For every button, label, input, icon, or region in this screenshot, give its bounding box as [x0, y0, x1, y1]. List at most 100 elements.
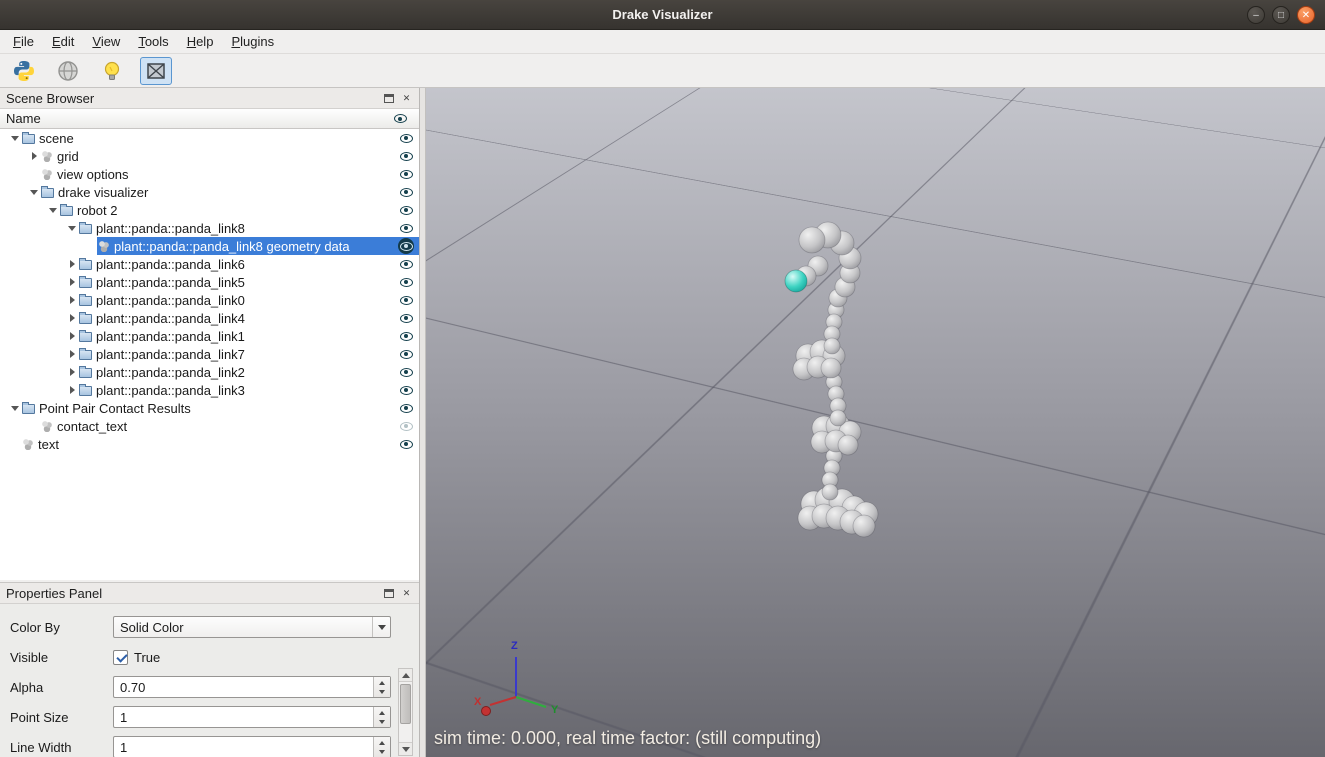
scrollbar-thumb[interactable]	[400, 684, 411, 724]
undock-panel-button[interactable]	[382, 92, 395, 105]
properties-panel-titlebar[interactable]: Properties Panel ✕	[0, 583, 419, 604]
tree-row-robot-2[interactable]: robot 2	[0, 201, 419, 219]
tree-row-view-options[interactable]: view options	[0, 165, 419, 183]
alpha-spinbox[interactable]: 0.70	[113, 676, 391, 698]
expander-open-icon[interactable]	[27, 183, 40, 201]
tree-row-panda-link3[interactable]: plant::panda::panda_link3	[0, 381, 419, 399]
expander-closed-icon[interactable]	[65, 255, 78, 273]
spin-up-button[interactable]	[374, 677, 390, 687]
expander-closed-icon[interactable]	[65, 363, 78, 381]
menu-file[interactable]: File	[4, 30, 43, 53]
expander-open-icon[interactable]	[65, 219, 78, 237]
expander-open-icon[interactable]	[8, 399, 21, 417]
visibility-eye-icon[interactable]	[398, 292, 414, 308]
window-title: Drake Visualizer	[612, 7, 713, 22]
minimize-button[interactable]: –	[1247, 6, 1265, 24]
scene-tree[interactable]: scene grid view options drake visualizer	[0, 129, 419, 580]
visibility-eye-icon[interactable]	[398, 238, 414, 254]
close-button[interactable]: ✕	[1297, 6, 1315, 24]
spin-up-button[interactable]	[374, 707, 390, 717]
tree-row-panda-link0[interactable]: plant::panda::panda_link0	[0, 291, 419, 309]
visibility-eye-icon[interactable]	[398, 202, 414, 218]
maximize-button[interactable]: □	[1272, 6, 1290, 24]
tree-row-scene[interactable]: scene	[0, 129, 419, 147]
visibility-eye-icon[interactable]	[398, 382, 414, 398]
visibility-eye-icon[interactable]	[398, 166, 414, 182]
visibility-eye-icon[interactable]	[398, 130, 414, 146]
panda-robot-render[interactable]	[756, 203, 936, 563]
expander-closed-icon[interactable]	[65, 327, 78, 345]
menu-edit[interactable]: Edit	[43, 30, 83, 53]
3d-viewport[interactable]: Z Y X sim time: 0.000, real time factor:…	[426, 88, 1325, 757]
tree-row-point-pair-contact-results[interactable]: Point Pair Contact Results	[0, 399, 419, 417]
checkbox-checked-icon[interactable]	[113, 649, 128, 665]
property-label: Alpha	[10, 679, 44, 695]
menu-plugins[interactable]: Plugins	[222, 30, 283, 53]
scroll-up-arrow[interactable]	[399, 669, 412, 682]
camera-globe-button[interactable]	[52, 57, 84, 85]
menu-help[interactable]: Help	[178, 30, 223, 53]
menu-tools[interactable]: Tools	[129, 30, 177, 53]
visibility-eye-icon[interactable]	[398, 436, 414, 452]
visibility-eye-icon[interactable]	[398, 220, 414, 236]
tree-row-panda-link2[interactable]: plant::panda::panda_link2	[0, 363, 419, 381]
close-panel-button[interactable]: ✕	[400, 92, 413, 105]
properties-scrollbar[interactable]	[398, 668, 413, 756]
expander-open-icon[interactable]	[8, 129, 21, 147]
visibility-eye-icon[interactable]	[398, 328, 414, 344]
spinbox-value[interactable]: 0.70	[114, 677, 373, 697]
title-bar[interactable]: Drake Visualizer – □ ✕	[0, 0, 1325, 30]
line-width-spinbox[interactable]: 1	[113, 736, 391, 757]
tree-row-grid[interactable]: grid	[0, 147, 419, 165]
geometry-icon	[41, 150, 53, 162]
spinbox-value[interactable]: 1	[114, 737, 373, 757]
expander-open-icon[interactable]	[46, 201, 59, 219]
lighting-button[interactable]	[96, 57, 128, 85]
expander-closed-icon[interactable]	[65, 291, 78, 309]
visibility-eye-icon[interactable]	[398, 346, 414, 362]
visible-checkbox[interactable]: True	[113, 649, 160, 665]
screen-grab-button[interactable]	[140, 56, 172, 85]
menu-view[interactable]: View	[83, 30, 129, 53]
expander-closed-icon[interactable]	[65, 345, 78, 363]
scroll-down-arrow[interactable]	[399, 742, 412, 755]
property-label: Visible	[10, 649, 49, 665]
expander-closed-icon[interactable]	[65, 309, 78, 327]
tree-row-panda-link7[interactable]: plant::panda::panda_link7	[0, 345, 419, 363]
point-size-spinbox[interactable]: 1	[113, 706, 391, 728]
tree-row-panda-link8-geometry-data[interactable]: plant::panda::panda_link8 geometry data	[0, 237, 419, 255]
tree-row-panda-link8[interactable]: plant::panda::panda_link8	[0, 219, 419, 237]
tree-row-panda-link1[interactable]: plant::panda::panda_link1	[0, 327, 419, 345]
visibility-eye-icon[interactable]	[398, 418, 414, 434]
tree-column-header[interactable]: Name	[0, 109, 419, 129]
tree-row-panda-link5[interactable]: plant::panda::panda_link5	[0, 273, 419, 291]
close-panel-button[interactable]: ✕	[400, 587, 413, 600]
eye-icon	[399, 133, 413, 143]
visibility-eye-icon[interactable]	[398, 256, 414, 272]
visibility-eye-icon[interactable]	[398, 274, 414, 290]
folder-icon	[79, 348, 92, 360]
tree-row-panda-link6[interactable]: plant::panda::panda_link6	[0, 255, 419, 273]
scene-browser-titlebar[interactable]: Scene Browser ✕	[0, 88, 419, 109]
expander-closed-icon[interactable]	[65, 381, 78, 399]
spin-down-button[interactable]	[374, 747, 390, 757]
visibility-eye-icon[interactable]	[398, 400, 414, 416]
visibility-eye-icon[interactable]	[398, 310, 414, 326]
tree-row-text[interactable]: text	[0, 435, 419, 453]
spin-up-button[interactable]	[374, 737, 390, 747]
tree-row-panda-link4[interactable]: plant::panda::panda_link4	[0, 309, 419, 327]
visibility-eye-icon[interactable]	[398, 364, 414, 380]
undock-panel-button[interactable]	[382, 587, 395, 600]
spin-down-button[interactable]	[374, 687, 390, 697]
color-by-combobox[interactable]: Solid Color	[113, 616, 391, 638]
spinbox-value[interactable]: 1	[114, 707, 373, 727]
tree-row-drake-visualizer[interactable]: drake visualizer	[0, 183, 419, 201]
visibility-eye-icon[interactable]	[398, 148, 414, 164]
python-console-button[interactable]	[8, 57, 40, 85]
visibility-eye-icon[interactable]	[398, 184, 414, 200]
end-effector-sphere[interactable]	[784, 269, 808, 293]
expander-closed-icon[interactable]	[65, 273, 78, 291]
spin-down-button[interactable]	[374, 717, 390, 727]
expander-closed-icon[interactable]	[27, 147, 40, 165]
tree-row-contact-text[interactable]: contact_text	[0, 417, 419, 435]
